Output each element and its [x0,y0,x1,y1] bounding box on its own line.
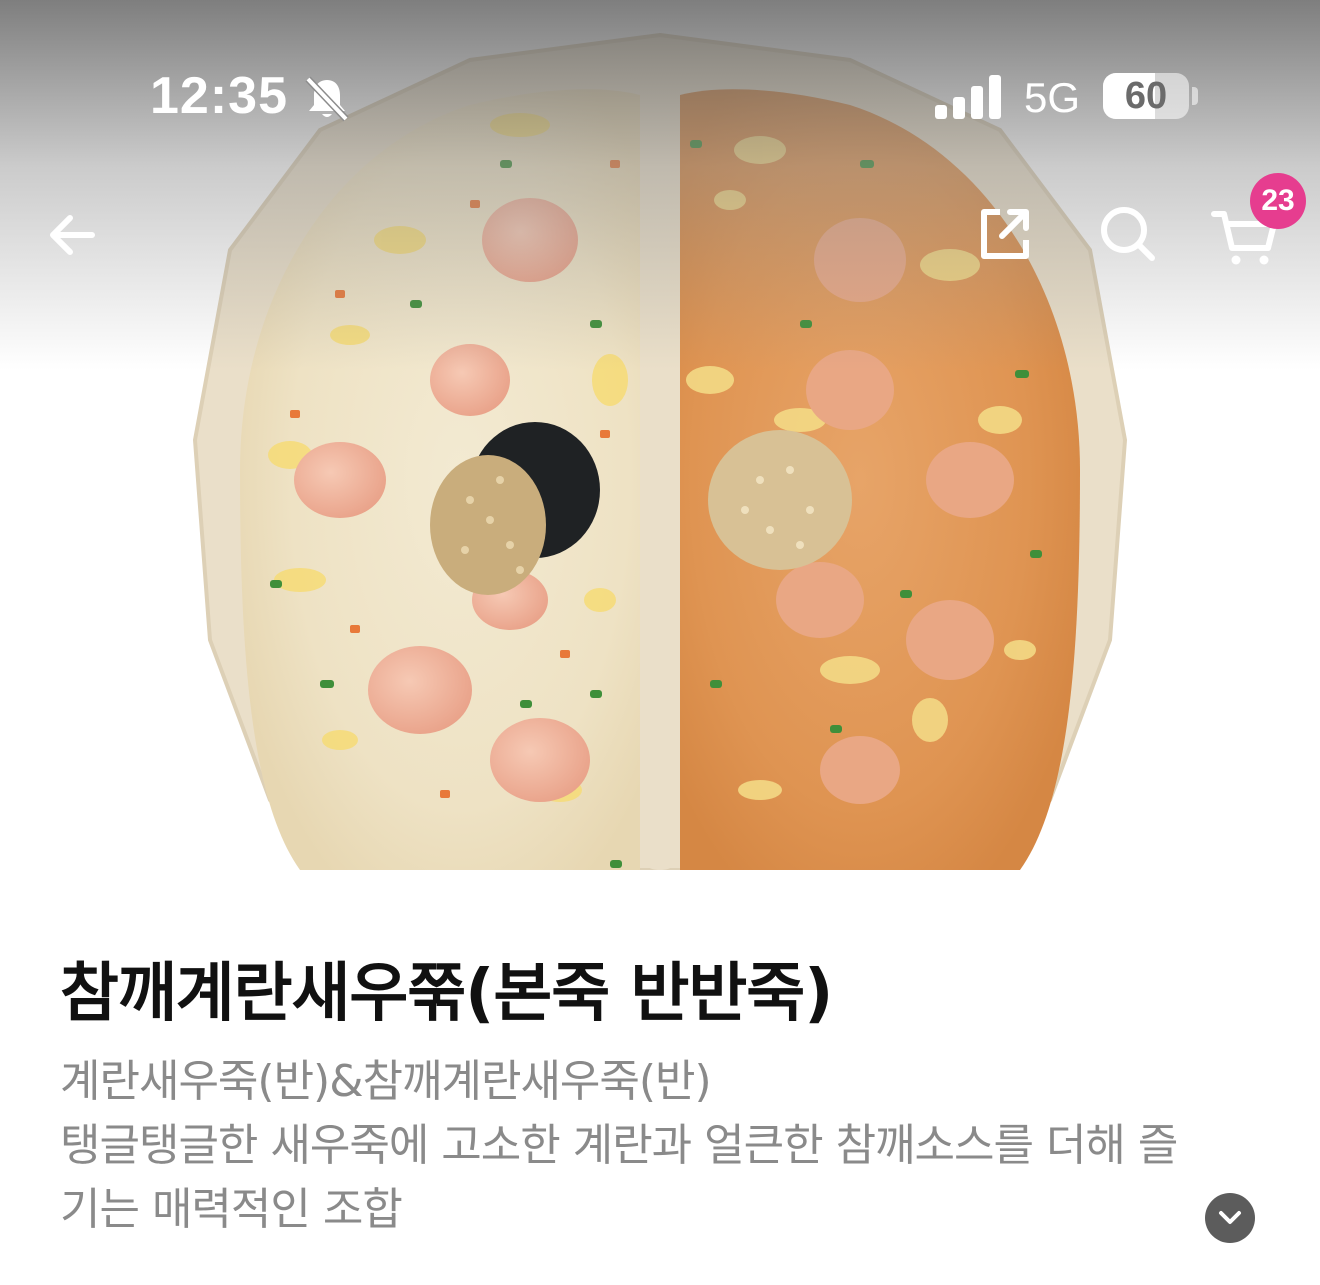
product-info: 참깨계란새우쭊(본죽 반반죽) 계란새우죽(반)&참깨계란새우죽(반) 탱글탱글… [0,870,1320,1285]
search-button[interactable] [1094,200,1160,266]
back-arrow-icon [50,215,95,255]
bell-off-icon [305,76,349,122]
share-button[interactable] [972,200,1038,266]
battery-cap [1192,87,1198,105]
back-button[interactable] [40,200,110,270]
battery-indicator: 60 [1103,73,1189,119]
signal-icon [935,75,1001,119]
description-line: 탱글탱글한 새우죽에 고소한 계란과 얼큰한 참깨소스를 더해 즐 [60,1120,1178,1171]
search-icon [1101,207,1155,261]
share-icon [981,209,1029,259]
expand-description-button[interactable] [1205,1193,1255,1243]
product-title: 참깨계란새우쭊(본죽 반반죽) [60,957,833,1031]
description-line: 기는 매력적인 조합 [60,1184,403,1235]
status-bar: 12:35 5G 60 [0,0,1320,190]
battery-level: 60 [1124,75,1168,117]
product-description: 계란새우죽(반)&참깨계란새우죽(반) 탱글탱글한 새우죽에 고소한 계란과 얼… [60,1050,1250,1242]
network-type: 5G [1024,74,1081,121]
description-line: 계란새우죽(반)&참깨계란새우죽(반) [60,1056,712,1107]
status-time: 12:35 [150,67,288,125]
cart-count-badge: 23 [1250,173,1306,229]
chevron-down-icon [1219,1211,1241,1224]
